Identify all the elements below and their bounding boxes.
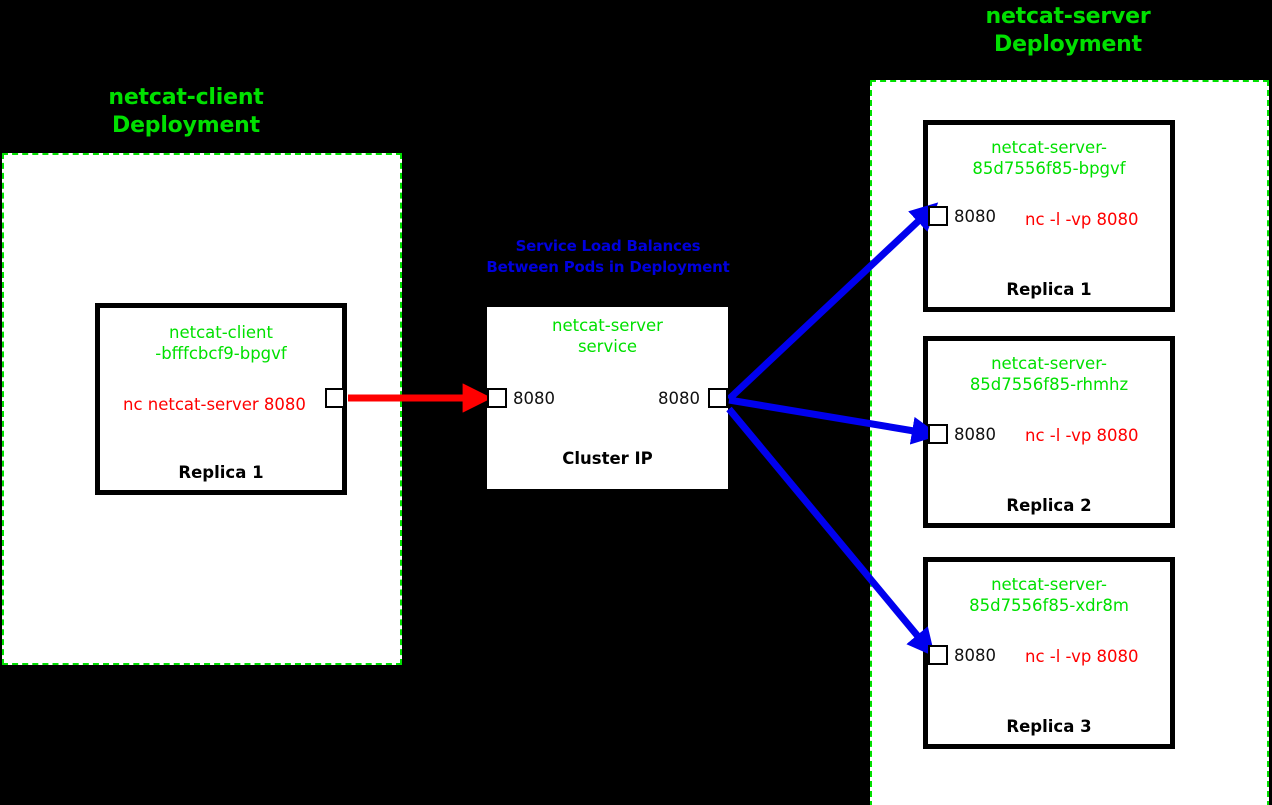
server-pod-command-3: nc -l -vp 8080 [1025, 647, 1139, 666]
diagram-canvas: netcat-client Deployment netcat-server D… [0, 0, 1272, 805]
server-pod-replica-label-1: Replica 1 [1006, 280, 1092, 299]
server-pod-name-3: netcat-server- 85d7556f85-xdr8m [969, 575, 1129, 615]
server-pod-replica-label-2: Replica 2 [1006, 496, 1092, 515]
client-pod-name: netcat-client -bfffcbcf9-bpgvf [155, 323, 287, 363]
server-pod-name-2: netcat-server- 85d7556f85-rhmhz [969, 354, 1129, 394]
server-pod-command-1: nc -l -vp 8080 [1025, 210, 1139, 229]
server-pod-command-2: nc -l -vp 8080 [1025, 426, 1139, 445]
server-pod-port-label-2: 8080 [954, 425, 996, 444]
client-pod-command: nc netcat-server 8080 [123, 395, 306, 414]
client-pod-box: netcat-client -bfffcbcf9-bpgvf nc netcat… [95, 303, 347, 495]
server-pod-port-label-1: 8080 [954, 207, 996, 226]
server-pod-replica-label-3: Replica 3 [1006, 717, 1092, 736]
client-deployment-title: netcat-client Deployment [108, 85, 264, 138]
server-pod-port-square-3 [928, 645, 948, 665]
service-egress-port-label: 8080 [658, 389, 700, 408]
server-pod-name-1: netcat-server- 85d7556f85-bpgvf [972, 138, 1126, 178]
client-pod-replica-label: Replica 1 [178, 463, 264, 482]
service-name: netcat-server service [552, 316, 663, 356]
service-type-label: Cluster IP [562, 449, 653, 468]
service-egress-port-square [708, 388, 728, 408]
server-deployment-title: netcat-server Deployment [985, 4, 1151, 57]
client-pod-port-square [325, 388, 345, 408]
server-pod-port-square-2 [928, 424, 948, 444]
service-load-balance-annotation: Service Load Balances Between Pods in De… [486, 237, 730, 276]
service-ingress-port-square [487, 388, 507, 408]
server-pod-port-square-1 [928, 206, 948, 226]
service-ingress-port-label: 8080 [513, 389, 555, 408]
server-pod-port-label-3: 8080 [954, 646, 996, 665]
